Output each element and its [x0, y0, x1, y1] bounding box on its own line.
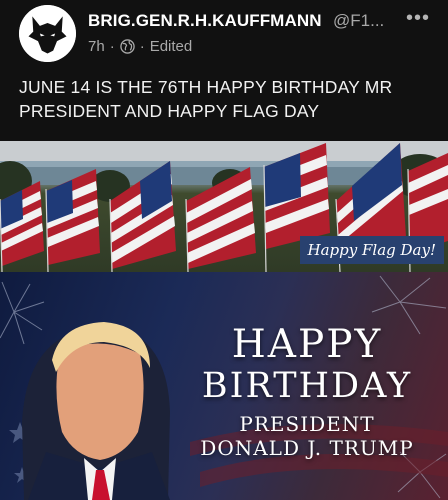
flag-photo: Happy Flag Day! [0, 141, 448, 272]
meta-separator-2: · [139, 38, 145, 55]
post-header: BRIG.GEN.R.H.KAUFFMANN @F1... ••• 7h · ·… [0, 0, 448, 64]
birthday-greeting: HAPPY BIRTHDAY PRESIDENT DONALD J. TRUMP [176, 322, 438, 461]
avatar[interactable] [19, 5, 76, 62]
author-name[interactable]: BRIG.GEN.R.H.KAUFFMANN [88, 11, 322, 31]
greeting-line-3: PRESIDENT [239, 412, 375, 436]
edited-label[interactable]: Edited [150, 38, 193, 55]
meta-separator: · [109, 38, 115, 55]
flag-day-caption: Happy Flag Day! [299, 236, 444, 264]
post-media[interactable]: Happy Flag Day! HAPPY BIRTHDAY PRESIDENT… [0, 141, 448, 500]
greeting-line-2: BIRTHDAY [201, 366, 413, 406]
greeting-line-4: DONALD J. TRUMP [200, 436, 414, 460]
wolf-icon [19, 5, 76, 62]
post-time[interactable]: 7h [88, 38, 105, 55]
more-options-icon[interactable]: ••• [406, 8, 430, 28]
globe-icon[interactable] [119, 39, 135, 54]
post-text: JUNE 14 IS THE 76TH HAPPY BIRTHDAY MR PR… [19, 77, 393, 121]
greeting-line-1: HAPPY [231, 322, 383, 367]
birthday-graphic: HAPPY BIRTHDAY PRESIDENT DONALD J. TRUMP [0, 272, 448, 500]
author-handle[interactable]: @F1... [333, 11, 384, 31]
post-meta: 7h · · Edited [88, 38, 192, 55]
